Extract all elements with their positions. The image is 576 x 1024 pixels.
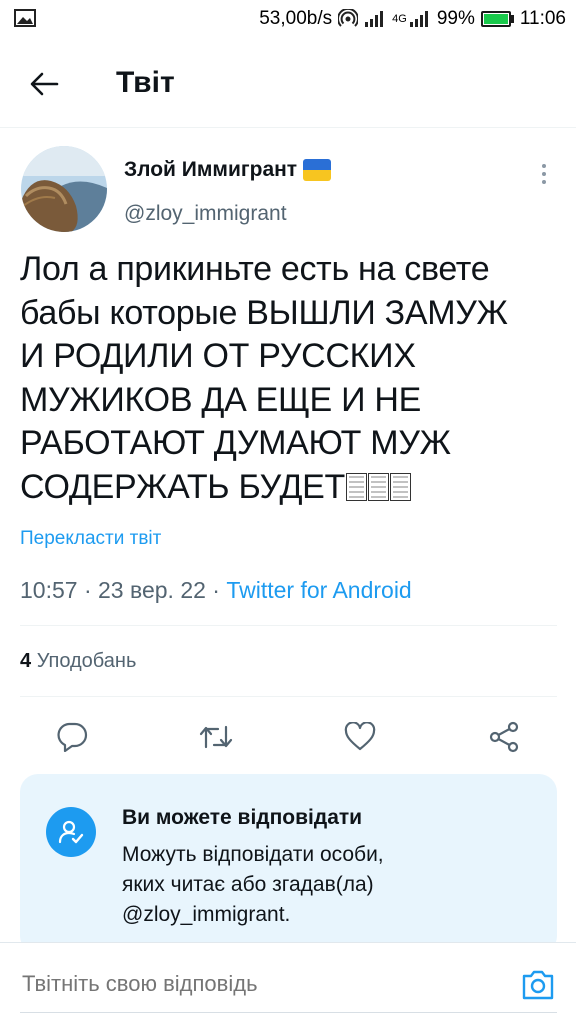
emoji-glyph-icon bbox=[368, 472, 390, 501]
reply-restriction-card: Ви можете відповідати Можуть відповідати… bbox=[20, 774, 557, 954]
ukraine-flag-icon bbox=[303, 159, 332, 181]
tweet-text: Лол а прикиньте есть на свете бабы котор… bbox=[20, 248, 560, 509]
share-icon bbox=[489, 721, 519, 753]
divider bbox=[20, 625, 557, 626]
avatar[interactable] bbox=[21, 146, 107, 232]
app-header: Твіт bbox=[0, 40, 576, 128]
signal-4g-icon bbox=[409, 11, 428, 27]
likes-count: 4 bbox=[20, 650, 32, 672]
emoji-glyph-icon bbox=[390, 472, 412, 501]
battery-icon bbox=[480, 11, 514, 27]
tweet-actions bbox=[0, 712, 576, 762]
share-button[interactable] bbox=[479, 712, 529, 762]
retweet-icon bbox=[199, 725, 233, 749]
status-right: 53,00b/s 4G 99% 11:06 bbox=[259, 6, 566, 32]
card-body: Можуть відповідати особи, яких читає або… bbox=[122, 843, 384, 926]
likes-count-link[interactable]: 4 Уподобань bbox=[20, 650, 136, 673]
reply-button[interactable] bbox=[47, 712, 97, 762]
tweet-body: Лол а прикиньте есть на свете бабы котор… bbox=[20, 250, 508, 506]
like-icon bbox=[344, 722, 376, 751]
battery-percent: 99% bbox=[436, 8, 475, 29]
bottom-divider bbox=[20, 1012, 557, 1013]
card-title: Ви можете відповідати bbox=[122, 806, 363, 829]
gallery-notification-icon bbox=[14, 9, 36, 27]
user-handle[interactable]: @zloy_immigrant bbox=[124, 202, 287, 226]
back-button[interactable] bbox=[26, 66, 62, 102]
likes-label: Уподобань bbox=[36, 650, 137, 672]
network-type: 4G bbox=[392, 13, 407, 25]
meta-separator: · bbox=[83, 577, 99, 603]
display-name-text: Злой Иммигрант bbox=[124, 158, 298, 181]
avatar-image bbox=[21, 146, 107, 232]
display-name[interactable]: Злой Иммигрант bbox=[124, 158, 332, 182]
reply-input[interactable] bbox=[22, 971, 482, 997]
translate-tweet-link[interactable]: Перекласти твіт bbox=[20, 528, 161, 550]
reply-icon bbox=[57, 722, 88, 752]
signal-icon bbox=[365, 11, 384, 27]
page-title: Твіт bbox=[116, 66, 175, 99]
meta-separator: · bbox=[212, 577, 227, 603]
divider bbox=[20, 696, 557, 697]
retweet-button[interactable] bbox=[191, 712, 241, 762]
tweet-meta: 10:57 · 23 вер. 22 · Twitter for Android bbox=[20, 577, 412, 604]
tweet-time: 10:57 bbox=[20, 577, 78, 603]
tweet-date: 23 вер. 22 bbox=[98, 577, 206, 603]
clock: 11:06 bbox=[519, 8, 566, 29]
like-button[interactable] bbox=[335, 712, 385, 762]
emoji-glyph-icon bbox=[346, 472, 368, 501]
verified-user-icon bbox=[46, 807, 96, 857]
status-bar: 53,00b/s 4G 99% 11:06 bbox=[0, 0, 576, 40]
camera-button[interactable] bbox=[520, 967, 556, 1003]
arrow-left-icon bbox=[30, 72, 59, 96]
more-options-button[interactable] bbox=[534, 160, 554, 188]
camera-icon bbox=[522, 970, 554, 1000]
network-speed: 53,00b/s bbox=[259, 8, 333, 29]
hotspot-icon bbox=[338, 9, 359, 27]
tweet-source-link[interactable]: Twitter for Android bbox=[226, 577, 411, 603]
